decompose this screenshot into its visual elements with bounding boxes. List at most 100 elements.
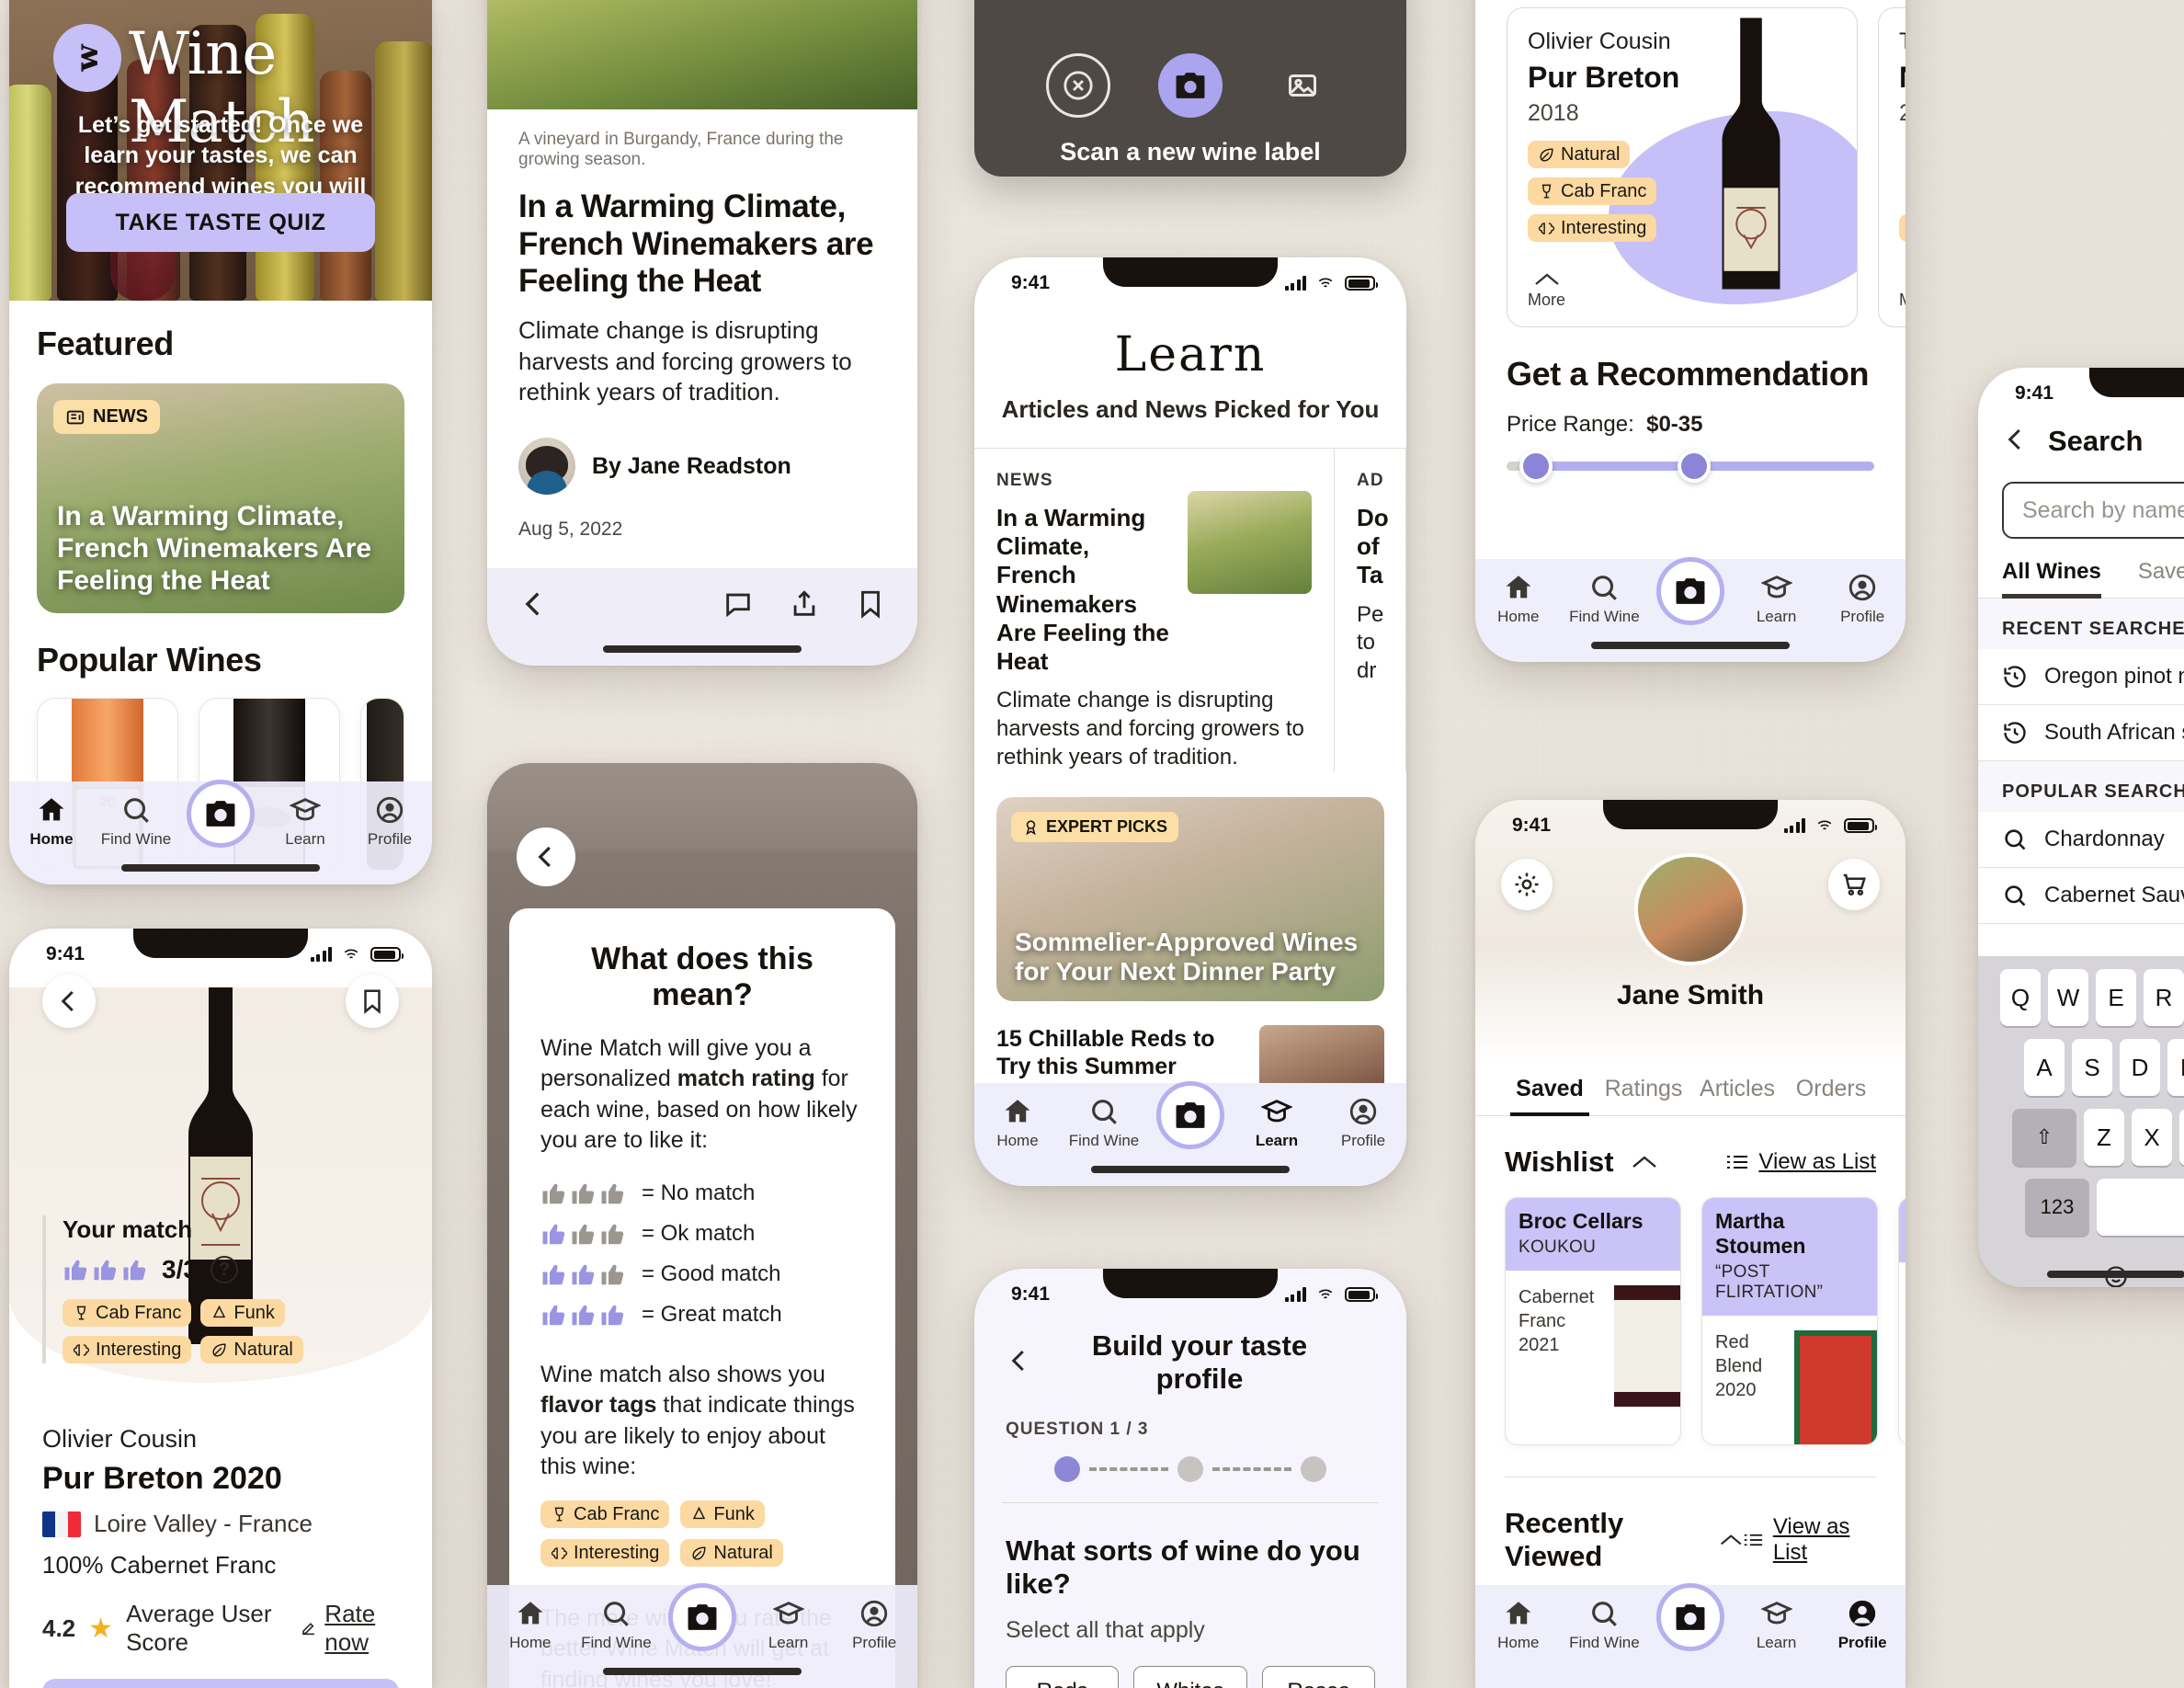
avatar[interactable] <box>1634 853 1746 965</box>
cart-button[interactable] <box>1828 859 1880 910</box>
capture-button[interactable] <box>1158 53 1223 118</box>
back-button[interactable] <box>1006 1347 1033 1379</box>
back-button[interactable] <box>2002 426 2030 458</box>
key-w[interactable]: W <box>2048 969 2088 1026</box>
bottom-tab-bar[interactable]: Home Find Wine . Learn Profile <box>1475 557 1905 662</box>
wine-pick-card[interactable]: Olivier Cousin Pur Breton 2018 Natural C… <box>1507 7 1858 327</box>
tab-find-wine[interactable]: Find Wine <box>94 794 178 849</box>
scan-camera-button[interactable] <box>1656 1583 1724 1651</box>
key-c[interactable]: C <box>2179 1109 2184 1166</box>
match-help-button[interactable]: ? <box>210 1256 238 1283</box>
more-button[interactable]: More <box>1899 270 1905 310</box>
popular-search-item[interactable]: Chardonnay <box>1978 812 2184 868</box>
key-numbers[interactable]: 123 <box>2025 1179 2089 1236</box>
scan-camera-button[interactable] <box>668 1583 736 1651</box>
tab-saved[interactable]: Saved <box>1503 1066 1597 1116</box>
bottom-tab-bar[interactable]: Home Find Wine . Learn Profile <box>9 780 432 884</box>
tab-profile[interactable]: Profile <box>1819 572 1905 626</box>
bookmark-button[interactable] <box>855 588 886 624</box>
tab-articles[interactable]: Articles <box>1690 1066 1784 1115</box>
key-shift[interactable]: ⇧ <box>2012 1109 2076 1166</box>
tab-find-wine[interactable]: Find Wine <box>574 1598 660 1652</box>
profile-tabs[interactable]: Saved Ratings Articles Orders <box>1475 1066 1905 1116</box>
recent-search-item[interactable]: South African sparkling <box>1978 705 2184 761</box>
bottom-tab-bar[interactable]: Home Find Wine . Learn Profile <box>487 1583 917 1688</box>
wishlist-row[interactable]: Broc Cellars KOUKOU Cabernet Franc 2021 … <box>1475 1179 1905 1445</box>
slider-knob-max[interactable] <box>1678 450 1711 483</box>
recent-search-item[interactable]: Oregon pinot noir <box>1978 649 2184 705</box>
back-button[interactable] <box>517 827 575 886</box>
comment-button[interactable] <box>722 588 754 624</box>
key-f[interactable]: F <box>2167 1039 2184 1096</box>
wishlist-card[interactable] <box>1898 1197 1905 1445</box>
close-scanner-button[interactable] <box>1046 53 1110 118</box>
tab-home[interactable]: Home <box>974 1096 1061 1150</box>
tab-home[interactable]: Home <box>1475 1598 1562 1652</box>
back-button[interactable] <box>42 975 96 1028</box>
popular-search-item[interactable]: Cabernet Sauvignon <box>1978 868 2184 924</box>
buy-button[interactable]: BUY FROM $28 <box>42 1679 399 1688</box>
article-action-bar[interactable] <box>487 568 917 666</box>
learn-article-card[interactable]: NEWS In a Warming Climate, French Winema… <box>974 449 1335 772</box>
key-d[interactable]: D <box>2120 1039 2160 1096</box>
key-space[interactable] <box>2097 1179 2184 1236</box>
scan-camera-button[interactable] <box>1156 1081 1224 1149</box>
bookmark-button[interactable] <box>346 975 399 1028</box>
tab-find-wine[interactable]: Find Wine <box>1562 572 1648 626</box>
bottom-tab-bar[interactable]: Home Find Wine . Learn Profile <box>974 1081 1406 1186</box>
tab-learn[interactable]: Learn <box>263 794 347 849</box>
chevron-up-icon[interactable] <box>1719 1531 1743 1549</box>
emoji-key[interactable] <box>2096 1249 2136 1287</box>
take-taste-quiz-button[interactable]: TAKE TASTE QUIZ <box>66 193 375 252</box>
choose-photo-button[interactable] <box>1270 53 1335 118</box>
quiz-option[interactable]: Roses <box>1261 1666 1375 1688</box>
tab-learn[interactable]: Learn <box>745 1598 832 1652</box>
bottom-tab-bar[interactable]: Home Find Wine . Learn Profile <box>1475 1583 1905 1688</box>
tab-learn[interactable]: Learn <box>1234 1096 1320 1150</box>
quiz-options[interactable]: Reds Whites Roses Sparkling Orange Natur… <box>974 1644 1406 1688</box>
search-tabs[interactable]: All Wines Saved <box>1978 539 2184 599</box>
key-q[interactable]: Q <box>2000 969 2041 1026</box>
tab-home[interactable]: Home <box>487 1598 574 1652</box>
featured-card[interactable]: NEWS In a Warming Climate, French Winema… <box>37 383 404 613</box>
key-e[interactable]: E <box>2096 969 2136 1026</box>
tab-learn[interactable]: Learn <box>1734 1598 1820 1652</box>
tab-ratings[interactable]: Ratings <box>1597 1066 1690 1115</box>
wishlist-card[interactable]: Martha Stoumen “POST FLIRTATION” Red Ble… <box>1701 1197 1878 1445</box>
more-button[interactable]: More <box>1528 270 1565 310</box>
chevron-up-icon[interactable] <box>1631 1153 1658 1171</box>
expert-picks-card[interactable]: EXPERT PICKS Sommelier-Approved Wines fo… <box>996 797 1384 1002</box>
key-z[interactable]: Z <box>2084 1109 2124 1166</box>
learn-article-row[interactable]: NEWS In a Warming Climate, French Winema… <box>974 449 1406 772</box>
tab-find-wine[interactable]: Find Wine <box>1562 1598 1648 1652</box>
tab-profile[interactable]: Profile <box>1819 1598 1905 1652</box>
wishlist-card[interactable]: Broc Cellars KOUKOU Cabernet Franc 2021 <box>1505 1197 1681 1445</box>
tab-home[interactable]: Home <box>1475 572 1562 626</box>
tab-profile[interactable]: Profile <box>1320 1096 1406 1150</box>
tab-all-wines[interactable]: All Wines <box>2002 559 2101 599</box>
tab-profile[interactable]: Profile <box>347 794 432 849</box>
on-screen-keyboard[interactable]: Q W E R T A S D F ⇧ Z X C 123 <box>1978 956 2184 1287</box>
back-button[interactable] <box>518 588 550 624</box>
scan-camera-button[interactable] <box>187 780 255 848</box>
price-range-slider[interactable] <box>1507 450 1874 483</box>
wine-pick-card[interactable]: Thacher Nouveau 2020 Natural More <box>1878 7 1905 327</box>
scan-camera-button[interactable] <box>1656 557 1724 625</box>
view-as-list-button[interactable]: View as List <box>1725 1149 1876 1175</box>
key-r[interactable]: R <box>2144 969 2184 1026</box>
tab-saved[interactable]: Saved <box>2138 559 2184 598</box>
tab-home[interactable]: Home <box>9 794 94 849</box>
key-a[interactable]: A <box>2024 1039 2065 1096</box>
key-x[interactable]: X <box>2132 1109 2172 1166</box>
tab-orders[interactable]: Orders <box>1784 1066 1878 1115</box>
tab-learn[interactable]: Learn <box>1734 572 1820 626</box>
quiz-option[interactable]: Reds <box>1006 1666 1120 1688</box>
top-picks-carousel[interactable]: Olivier Cousin Pur Breton 2018 Natural C… <box>1475 0 1905 327</box>
slider-knob-min[interactable] <box>1519 450 1553 483</box>
settings-button[interactable] <box>1501 859 1553 910</box>
rate-now-button[interactable]: Rate now <box>300 1600 399 1657</box>
learn-article-card[interactable]: AD Do of Ta Pe to dr <box>1335 449 1406 772</box>
key-s[interactable]: S <box>2072 1039 2112 1096</box>
share-button[interactable] <box>789 588 820 624</box>
tab-profile[interactable]: Profile <box>831 1598 917 1652</box>
